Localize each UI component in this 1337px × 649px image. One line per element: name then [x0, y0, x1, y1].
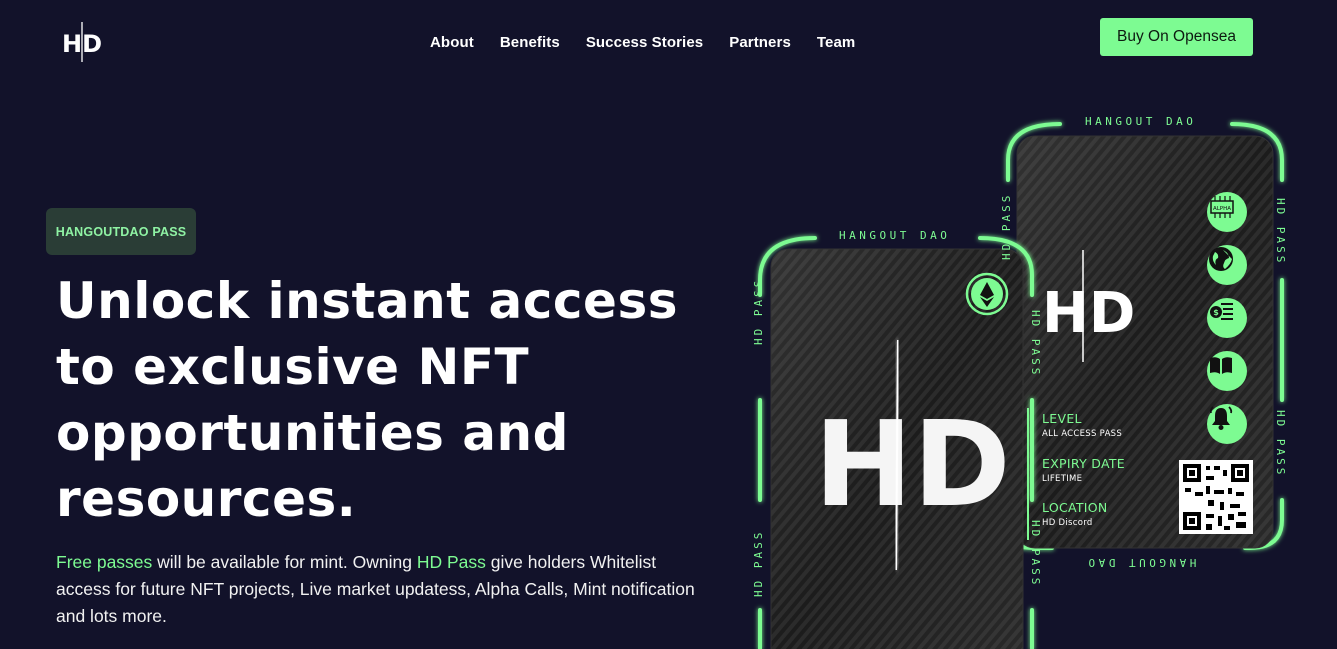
back-card-logo: HD: [1042, 281, 1135, 346]
globe-icon: [1207, 245, 1247, 285]
pass-cards-illustration: HD HD HANGOUT DAO HD PASS HD PASS HD PAS…: [740, 100, 1337, 649]
buy-on-opensea-button[interactable]: Buy On Opensea: [1100, 18, 1253, 56]
front-card-side-label-1: HD PASS: [752, 277, 765, 345]
free-passes-highlight: Free passes: [56, 552, 153, 572]
back-card-side-label-1: HD PASS: [1000, 192, 1013, 260]
back-card-side-label-2: HD PASS: [1274, 198, 1287, 266]
headline-line-1: Unlock instant access: [56, 272, 678, 330]
nav-partners[interactable]: Partners: [729, 34, 791, 51]
nav-benefits[interactable]: Benefits: [500, 34, 560, 51]
headline-line-3: opportunities and: [56, 404, 569, 462]
front-card: HD: [758, 236, 1034, 649]
front-card-top-label: HANGOUT DAO: [839, 229, 951, 242]
bell-icon: [1207, 404, 1247, 444]
hero-description: Free passes will be available for mint. …: [56, 549, 696, 630]
back-card-top-label: HANGOUT DAO: [1085, 115, 1197, 128]
front-card-side-label-4: HD PASS: [1029, 520, 1042, 588]
nav-about[interactable]: About: [430, 34, 474, 51]
expiry-date-value: LIFETIME: [1042, 474, 1083, 484]
coin-list-icon: $: [1207, 298, 1247, 338]
alpha-chip-icon: ALPHA: [1207, 192, 1247, 232]
level-label: LEVEL: [1042, 411, 1082, 426]
front-card-logo: HD: [814, 395, 1011, 533]
desc-text-1: will be available for mint. Owning: [152, 552, 417, 572]
headline-line-4: resources.: [56, 470, 357, 528]
back-card-bottom-label: HANGOUT DAO: [1085, 556, 1197, 569]
main-nav: About Benefits Success Stories Partners …: [430, 34, 855, 51]
hangoutdao-pass-badge: HANGOUTDAO PASS: [46, 208, 196, 255]
landing-page: HD About Benefits Success Stories Partne…: [0, 0, 1337, 649]
hd-logo[interactable]: HD: [62, 22, 106, 64]
nav-team[interactable]: Team: [817, 34, 855, 51]
hero-headline: Unlock instant access to exclusive NFT o…: [56, 268, 696, 532]
front-card-side-label-2: HD PASS: [752, 529, 765, 597]
back-card: HD: [1006, 122, 1284, 550]
svg-text:$: $: [1213, 308, 1219, 317]
front-card-side-label-3: HD PASS: [1029, 310, 1042, 378]
nav-success-stories[interactable]: Success Stories: [586, 34, 703, 51]
back-card-side-label-3: HD PASS: [1274, 410, 1287, 478]
ethereum-icon: [965, 272, 1009, 316]
headline-line-2: to exclusive NFT: [56, 338, 530, 396]
expiry-date-label: EXPIRY DATE: [1042, 456, 1125, 471]
location-label: LOCATION: [1042, 500, 1108, 515]
qr-code: [1179, 460, 1253, 534]
location-value: HD Discord: [1042, 518, 1093, 528]
hd-pass-highlight: HD Pass: [416, 552, 486, 572]
level-value: ALL ACCESS PASS: [1042, 429, 1123, 439]
alpha-chip-text: ALPHA: [1213, 206, 1231, 212]
book-icon: [1207, 351, 1247, 391]
